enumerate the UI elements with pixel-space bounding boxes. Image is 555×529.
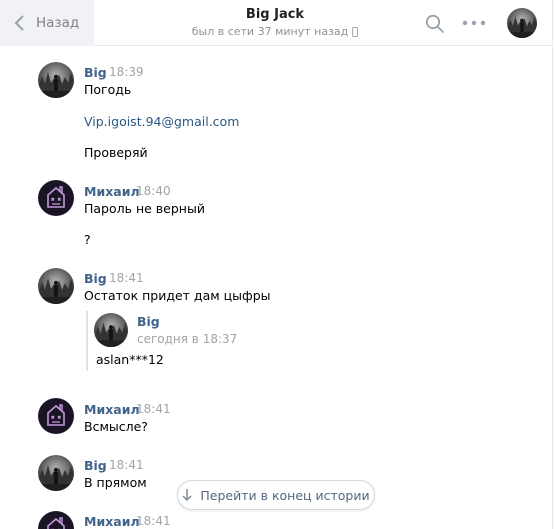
message-time[interactable]: 18:41: [136, 514, 171, 528]
forward-date[interactable]: сегодня в 18:37: [137, 332, 237, 346]
email-link[interactable]: Vip.igoist.94@gmail.com: [84, 114, 239, 129]
sender-name[interactable]: Big: [84, 458, 107, 473]
message-time[interactable]: 18:41: [136, 402, 171, 416]
forward-bar: [86, 311, 88, 371]
sender-name[interactable]: Big: [84, 65, 107, 80]
message-feed[interactable]: Big 18:39 Погодь Vip.igoist.94@gmail.com…: [0, 47, 553, 529]
message-time[interactable]: 18:41: [109, 458, 144, 472]
avatar[interactable]: [38, 455, 74, 491]
message-text: ?: [84, 232, 91, 247]
online-status: был в сети 37 минут назад: [160, 25, 390, 38]
forward-sender-name[interactable]: Big: [137, 314, 160, 329]
jump-label: Перейти в конец истории: [200, 487, 370, 503]
chat-title-block[interactable]: Big Jack был в сети 37 минут назад: [160, 7, 390, 38]
arrow-down-icon: [182, 489, 192, 501]
back-label: Назад: [36, 15, 80, 31]
back-button[interactable]: Назад: [0, 0, 94, 46]
avatar[interactable]: [38, 511, 74, 529]
avatar[interactable]: [38, 180, 74, 216]
avatar[interactable]: [38, 62, 74, 98]
forward-text: aslan***12: [96, 352, 164, 367]
avatar[interactable]: [38, 398, 74, 434]
chat-title[interactable]: Big Jack: [160, 7, 390, 22]
avatar[interactable]: [38, 268, 74, 304]
message-text: В прямом: [84, 475, 147, 490]
chat-header: Назад Big Jack был в сети 37 минут назад: [0, 0, 553, 46]
sender-name[interactable]: Михаил: [84, 514, 140, 529]
avatar[interactable]: [94, 313, 128, 347]
sender-name[interactable]: Михаил: [84, 402, 140, 417]
message-text: Остаток придет дам цыфры: [84, 288, 271, 303]
phone-icon: [352, 26, 359, 37]
message-time[interactable]: 18:41: [109, 271, 144, 285]
message-time[interactable]: 18:39: [109, 65, 144, 79]
avatar[interactable]: [507, 8, 537, 38]
chevron-left-icon: [14, 15, 24, 31]
search-icon[interactable]: [425, 14, 445, 34]
more-icon[interactable]: [462, 20, 486, 26]
sender-name[interactable]: Михаил: [84, 184, 140, 199]
message-time[interactable]: 18:40: [136, 184, 171, 198]
sender-name[interactable]: Big: [84, 271, 107, 286]
message-text: Всмысле?: [84, 419, 148, 434]
jump-to-end-button[interactable]: Перейти в конец истории: [177, 480, 375, 510]
message-text: Проверяй: [84, 145, 148, 160]
message-text: Погодь: [84, 82, 132, 97]
message-text: Пароль не верный: [84, 201, 205, 216]
status-text: был в сети 37 минут назад: [191, 25, 349, 38]
